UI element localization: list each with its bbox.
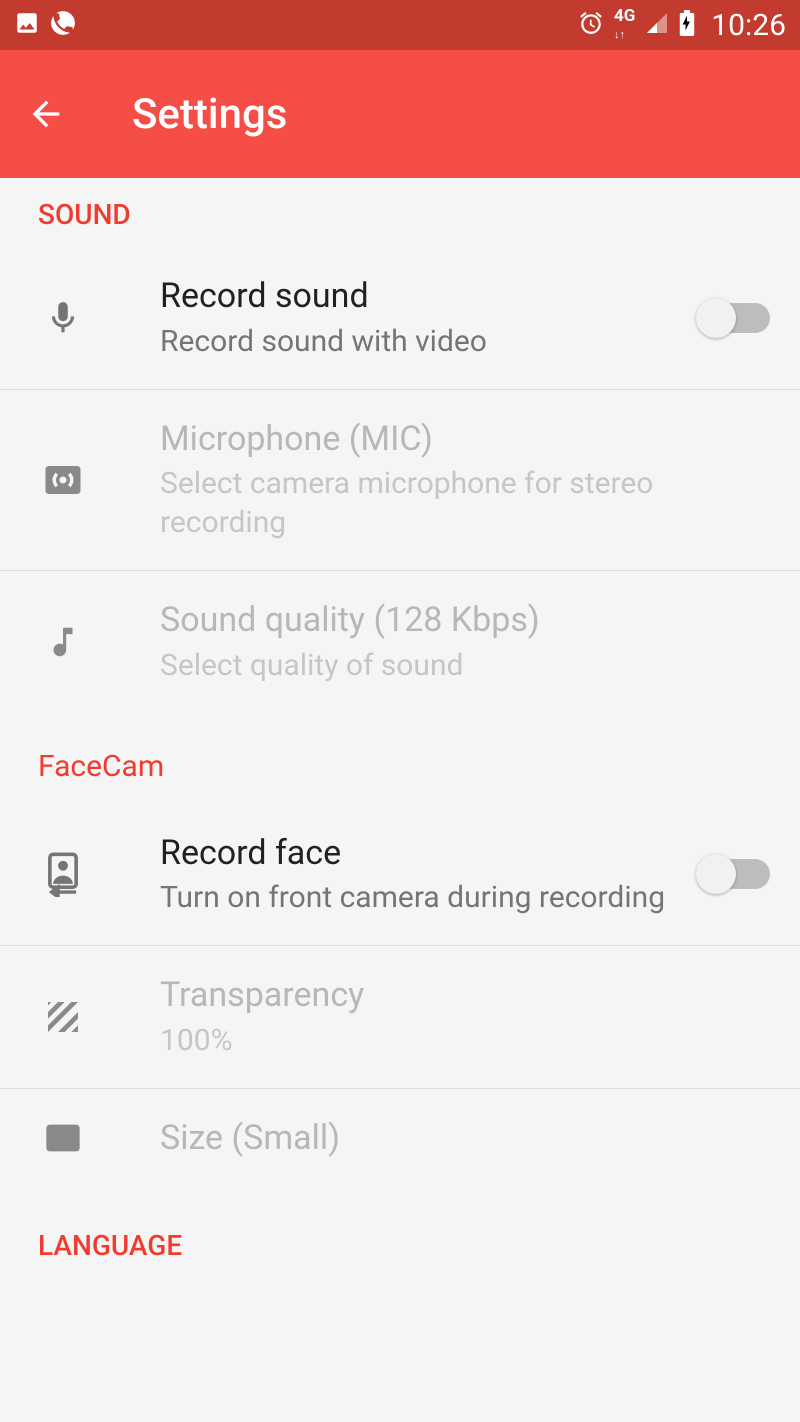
item-size[interactable]: Size (Small) [0,1089,800,1188]
battery-charging-icon [679,10,695,40]
stripes-icon [38,997,88,1037]
item-subtitle: 100% [160,1021,770,1060]
section-header-language: LANGUAGE [0,1187,800,1278]
front-camera-icon [38,851,88,897]
signal-icon [645,11,669,39]
clock-text: 10:26 [711,8,786,43]
alarm-icon [578,10,604,40]
music-note-icon [38,623,88,661]
back-button[interactable] [24,92,68,136]
item-title: Record sound [160,275,682,318]
page-title: Settings [132,90,287,139]
item-subtitle: Turn on front camera during recording [160,878,682,917]
section-header-facecam: FaceCam [0,713,800,804]
item-title: Microphone (MIC) [160,418,770,461]
picture-icon [14,10,40,40]
item-title: Transparency [160,974,770,1017]
surround-icon [38,459,88,501]
item-microphone[interactable]: Microphone (MIC) Select camera microphon… [0,390,800,572]
network-4g-icon: 4G↓↑ [614,8,635,42]
record-sound-toggle[interactable] [698,303,770,333]
item-record-sound[interactable]: Record sound Record sound with video [0,247,800,390]
item-record-face[interactable]: Record face Turn on front camera during … [0,804,800,947]
resize-icon [38,1118,88,1158]
item-title: Size (Small) [160,1117,770,1160]
item-title: Sound quality (128 Kbps) [160,599,770,642]
app-bar: Settings [0,50,800,178]
mic-icon [38,299,88,337]
item-title: Record face [160,832,682,875]
section-header-sound: SOUND [0,178,800,247]
status-bar: 4G↓↑ 10:26 [0,0,800,50]
item-sound-quality[interactable]: Sound quality (128 Kbps) Select quality … [0,571,800,713]
item-subtitle: Record sound with video [160,322,682,361]
item-subtitle: Select quality of sound [160,646,770,685]
item-transparency[interactable]: Transparency 100% [0,946,800,1089]
record-face-toggle[interactable] [698,859,770,889]
settings-list: SOUND Record sound Record sound with vid… [0,178,800,1278]
item-subtitle: Select camera microphone for stereo reco… [160,464,770,542]
phone-icon [50,10,76,40]
